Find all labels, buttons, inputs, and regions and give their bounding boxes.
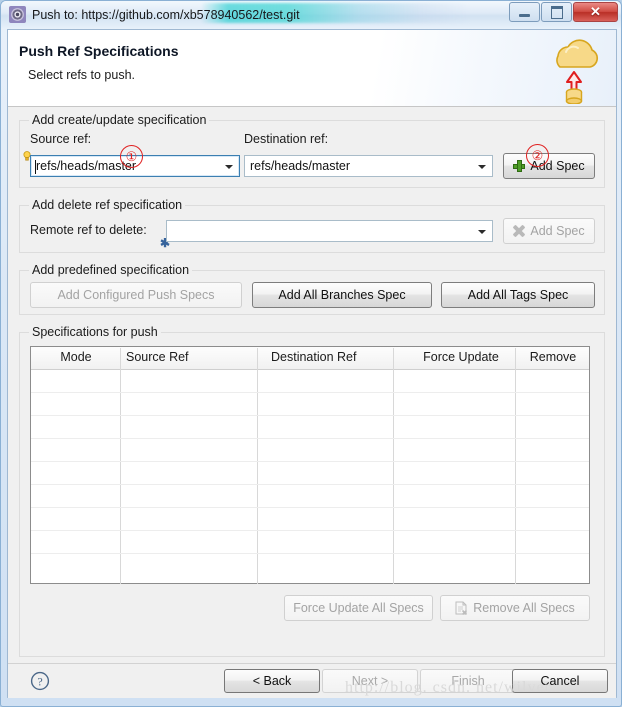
watermark-text: http://blog. csdn. net/wilver xyxy=(345,679,551,696)
add-all-tags-spec-label: Add All Tags Spec xyxy=(467,288,569,302)
close-button[interactable]: ✕ xyxy=(573,2,618,22)
table-row[interactable] xyxy=(31,530,589,531)
plus-icon xyxy=(513,160,526,172)
maximize-icon xyxy=(542,3,571,21)
document-remove-icon xyxy=(455,601,468,616)
dialog-header: Push Ref Specifications Select refs to p… xyxy=(8,30,616,107)
title-bar: Push to: https://github.com/xb578940562/… xyxy=(1,1,621,28)
annotation-marker-1: ① xyxy=(120,145,143,168)
destination-ref-value: refs/heads/master xyxy=(250,159,351,173)
add-all-tags-spec-button[interactable]: Add All Tags Spec xyxy=(441,282,595,308)
maximize-button[interactable] xyxy=(541,2,572,22)
table-row[interactable] xyxy=(31,507,589,508)
table-header-row: Mode Source Ref Destination Ref Force Up… xyxy=(31,347,589,370)
annotation-marker-2: ② xyxy=(526,144,549,167)
group-specifications-for-push: Specifications for push Mode Source Ref … xyxy=(19,325,605,657)
window-title: Push to: https://github.com/xb578940562/… xyxy=(32,8,300,22)
dialog-body: Add create/update specification Source r… xyxy=(8,107,616,662)
page-title: Push Ref Specifications xyxy=(19,43,179,59)
svg-text:?: ? xyxy=(37,674,42,688)
add-all-branches-spec-button[interactable]: Add All Branches Spec xyxy=(252,282,432,308)
chevron-down-icon[interactable] xyxy=(478,165,486,169)
destination-ref-combo[interactable]: refs/heads/master xyxy=(244,155,493,177)
group-delete-ref-specification: Add delete ref specification Remote ref … xyxy=(19,198,605,253)
column-header-mode[interactable]: Mode xyxy=(31,350,121,364)
remote-ref-delete-combo[interactable] xyxy=(166,220,493,242)
column-divider xyxy=(120,348,121,584)
add-spec-delete-button[interactable]: Add Spec xyxy=(503,218,595,244)
group-create-update-title: Add create/update specification xyxy=(29,113,210,127)
column-divider xyxy=(257,348,258,584)
table-row[interactable] xyxy=(31,392,589,393)
destination-ref-label: Destination ref: xyxy=(244,132,329,146)
column-header-remove[interactable]: Remove xyxy=(518,350,588,364)
specifications-table[interactable]: Mode Source Ref Destination Ref Force Up… xyxy=(30,346,590,584)
group-create-update-specification: Add create/update specification Source r… xyxy=(19,113,605,188)
chevron-down-icon[interactable] xyxy=(478,230,486,234)
git-repository-icon xyxy=(9,6,26,23)
push-dialog-window: Push to: https://github.com/xb578940562/… xyxy=(0,0,622,707)
add-all-branches-spec-label: Add All Branches Spec xyxy=(278,288,406,302)
close-icon: ✕ xyxy=(590,4,601,19)
dialog-client: Push Ref Specifications Select refs to p… xyxy=(7,29,617,698)
remote-ref-delete-label: Remote ref to delete: xyxy=(30,223,147,237)
column-divider xyxy=(515,348,516,584)
group-predefined-specification: Add predefined specification Add Configu… xyxy=(19,263,605,315)
column-divider xyxy=(393,348,394,584)
chevron-down-icon[interactable] xyxy=(225,165,233,169)
remove-all-specs-button[interactable]: Remove All Specs xyxy=(440,595,590,621)
source-ref-label: Source ref: xyxy=(30,132,92,146)
table-row[interactable] xyxy=(31,461,589,462)
group-predefined-title: Add predefined specification xyxy=(29,263,193,277)
minimize-button[interactable] xyxy=(509,2,540,22)
back-button[interactable]: < Back xyxy=(224,669,320,693)
cloud-push-icon xyxy=(540,32,608,105)
page-subtitle: Select refs to push. xyxy=(28,68,136,82)
group-delete-ref-title: Add delete ref specification xyxy=(29,198,186,212)
force-update-all-specs-label: Force Update All Specs xyxy=(293,601,424,615)
add-configured-push-specs-label: Add Configured Push Specs xyxy=(57,288,215,302)
help-icon[interactable]: ? xyxy=(30,671,50,691)
column-header-source-ref[interactable]: Source Ref xyxy=(126,350,256,364)
force-update-all-specs-button[interactable]: Force Update All Specs xyxy=(284,595,433,621)
group-specifications-title: Specifications for push xyxy=(29,325,161,339)
table-row[interactable] xyxy=(31,415,589,416)
table-row[interactable] xyxy=(31,553,589,554)
remove-all-specs-label: Remove All Specs xyxy=(473,601,575,615)
x-icon xyxy=(513,224,526,238)
column-header-force-update[interactable]: Force Update xyxy=(406,350,516,364)
column-header-destination-ref[interactable]: Destination Ref xyxy=(271,350,411,364)
table-row[interactable] xyxy=(31,438,589,439)
back-button-label: < Back xyxy=(252,674,292,688)
table-row[interactable] xyxy=(31,484,589,485)
add-spec-delete-label: Add Spec xyxy=(530,224,585,238)
minimize-icon xyxy=(510,3,539,21)
add-spec-create-button[interactable]: Add Spec xyxy=(503,153,595,179)
add-configured-push-specs-button[interactable]: Add Configured Push Specs xyxy=(30,282,242,308)
